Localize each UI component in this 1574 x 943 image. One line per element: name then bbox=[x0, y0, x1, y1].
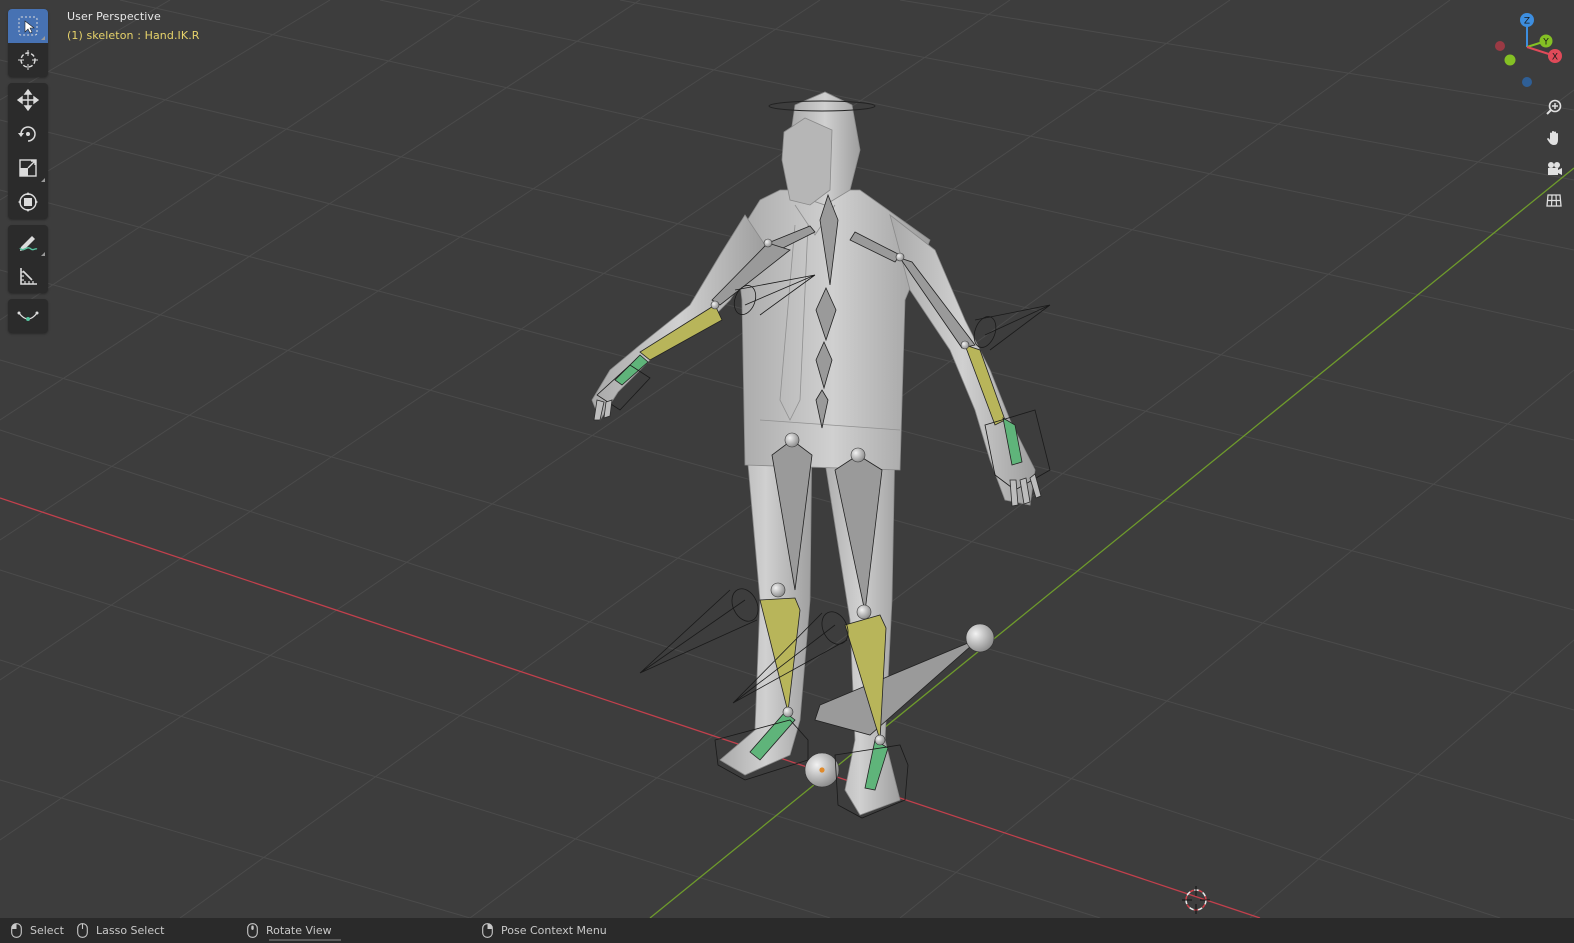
zoom-icon bbox=[1546, 99, 1562, 115]
bone-curve-tool[interactable] bbox=[8, 299, 48, 333]
measure-tool[interactable] bbox=[8, 259, 48, 293]
y-axis-dot[interactable]: Y bbox=[1539, 34, 1553, 48]
camera-icon bbox=[1548, 162, 1562, 175]
status-context-label: Pose Context Menu bbox=[501, 924, 607, 937]
mouse-right-icon bbox=[482, 923, 493, 938]
camera-view-button[interactable] bbox=[1541, 156, 1567, 182]
neg-x-axis-dot[interactable] bbox=[1495, 41, 1505, 51]
grid-icon bbox=[1546, 194, 1562, 207]
svg-text:Z: Z bbox=[1524, 17, 1530, 27]
pan-button[interactable] bbox=[1541, 125, 1567, 151]
tool-shelf bbox=[8, 9, 48, 339]
move-icon bbox=[17, 89, 39, 111]
navigation-buttons bbox=[1541, 94, 1567, 218]
status-context-menu: Pose Context Menu bbox=[482, 918, 607, 943]
z-axis-dot[interactable]: Z bbox=[1520, 13, 1534, 27]
transform-tool[interactable] bbox=[8, 185, 48, 219]
select-box-tool[interactable] bbox=[8, 9, 48, 43]
svg-text:Y: Y bbox=[1542, 38, 1549, 48]
measure-icon bbox=[20, 268, 37, 285]
annotate-tool[interactable] bbox=[8, 225, 48, 259]
pan-hand-icon bbox=[1547, 131, 1558, 145]
svg-text:X: X bbox=[1552, 53, 1558, 63]
mouse-middle-icon bbox=[247, 923, 258, 938]
neg-z-axis-dot[interactable] bbox=[1522, 77, 1532, 87]
navigation-gizmo[interactable]: Z Y X bbox=[1492, 12, 1568, 92]
mouse-left-icon bbox=[11, 923, 22, 938]
active-object-label: (1) skeleton : Hand.IK.R bbox=[67, 29, 200, 42]
status-rotate-label: Rotate View bbox=[266, 924, 332, 937]
annotate-icon bbox=[19, 236, 38, 251]
3d-viewport[interactable]: User Perspective (1) skeleton : Hand.IK.… bbox=[0, 0, 1574, 918]
select-box-icon bbox=[18, 16, 38, 36]
x-axis-dot[interactable]: X bbox=[1548, 49, 1562, 63]
transform-icon bbox=[18, 192, 38, 212]
3d-cursor bbox=[1182, 886, 1210, 914]
x-axis-line bbox=[0, 497, 1261, 918]
tool-group-bone bbox=[8, 299, 48, 333]
neg-y-axis-dot[interactable] bbox=[1504, 54, 1516, 66]
ortho-toggle-button[interactable] bbox=[1541, 187, 1567, 213]
scale-icon bbox=[19, 159, 37, 177]
move-tool[interactable] bbox=[8, 83, 48, 117]
zoom-button[interactable] bbox=[1541, 94, 1567, 120]
scene-canvas[interactable] bbox=[0, 0, 1574, 918]
scale-tool[interactable] bbox=[8, 151, 48, 185]
character-mesh bbox=[591, 91, 1036, 816]
cursor-icon bbox=[18, 50, 38, 70]
cursor-tool[interactable] bbox=[8, 43, 48, 77]
curve-icon bbox=[17, 311, 39, 321]
status-bar: Select Lasso Select Rotate View Pose Con… bbox=[0, 918, 1574, 943]
rotate-icon bbox=[18, 126, 36, 142]
status-select: Select bbox=[11, 918, 64, 943]
view-name-label: User Perspective bbox=[67, 10, 161, 23]
status-lasso-select: Lasso Select bbox=[77, 918, 165, 943]
mouse-drag-icon bbox=[77, 923, 88, 938]
tool-group-transform bbox=[8, 83, 48, 219]
tool-group-select bbox=[8, 9, 48, 77]
status-progress-bar bbox=[269, 939, 341, 941]
tool-group-annotate bbox=[8, 225, 48, 293]
rotate-tool[interactable] bbox=[8, 117, 48, 151]
status-select-label: Select bbox=[30, 924, 64, 937]
status-lasso-label: Lasso Select bbox=[96, 924, 165, 937]
